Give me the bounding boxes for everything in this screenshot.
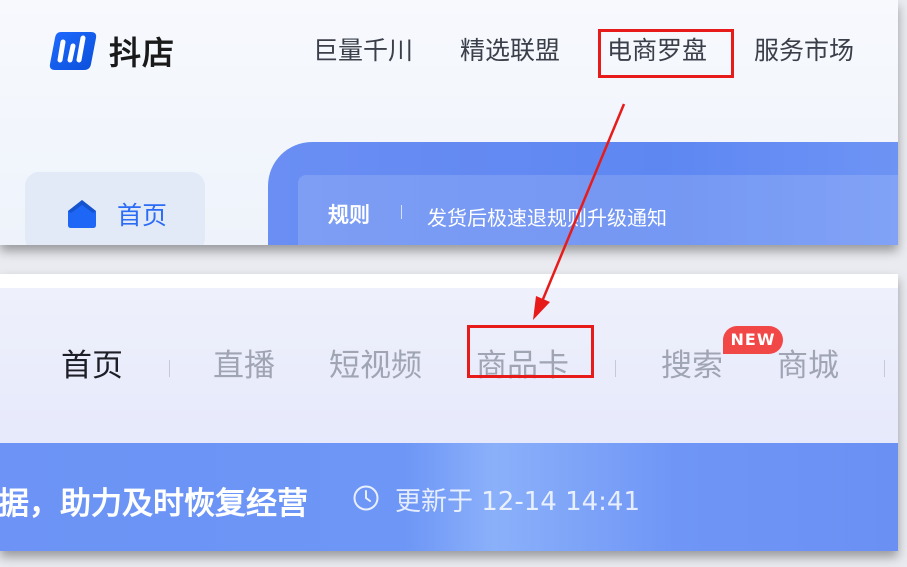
home-icon — [68, 200, 96, 228]
top-nav-item-qianchuan[interactable]: 巨量千川 — [313, 34, 413, 68]
sidebar-item-label: 首页 — [117, 201, 168, 230]
sidebar-item-home[interactable]: 首页 — [25, 172, 205, 245]
tab-search[interactable]: 搜索 — [661, 346, 723, 386]
tab-divider — [169, 360, 170, 377]
tab-home[interactable]: 首页 — [61, 346, 123, 386]
tab-divider — [615, 360, 616, 377]
doudian-logo-icon — [49, 32, 97, 70]
notice-text[interactable]: 发货后极速退规则升级通知 — [427, 202, 667, 231]
tab-divider — [884, 360, 885, 377]
clock-icon — [353, 485, 379, 511]
bottom-screenshot-panel: 首页 直播 短视频 商品卡 搜索 NEW 商城 数据，助力及时恢复经营 更新于 … — [0, 274, 898, 551]
top-screenshot-panel: 抖店 巨量千川 精选联盟 电商罗盘 服务市场 首页 规则 发货后极速退规则升级通… — [0, 0, 898, 245]
highlight-box-compass — [598, 29, 734, 78]
data-banner-title: 数据，助力及时恢复经营 — [0, 486, 308, 522]
tab-bar: 首页 直播 短视频 商品卡 搜索 NEW 商城 — [0, 288, 898, 448]
notice-tag: 规则 — [328, 203, 370, 227]
tab-mall[interactable]: 商城 — [777, 346, 839, 386]
tab-live[interactable]: 直播 — [213, 346, 275, 386]
update-time: 更新于 12-14 14:41 — [395, 487, 641, 517]
brand-name: 抖店 — [109, 34, 176, 72]
new-badge: NEW — [723, 326, 783, 354]
top-nav: 巨量千川 精选联盟 电商罗盘 服务市场 — [313, 34, 854, 68]
top-nav-item-alliance[interactable]: 精选联盟 — [460, 34, 560, 68]
tab-short-video[interactable]: 短视频 — [329, 346, 422, 386]
top-nav-item-market[interactable]: 服务市场 — [754, 34, 854, 68]
notice-divider — [401, 205, 402, 219]
highlight-box-product-card — [467, 325, 594, 378]
brand-logo[interactable]: 抖店 — [47, 28, 175, 74]
